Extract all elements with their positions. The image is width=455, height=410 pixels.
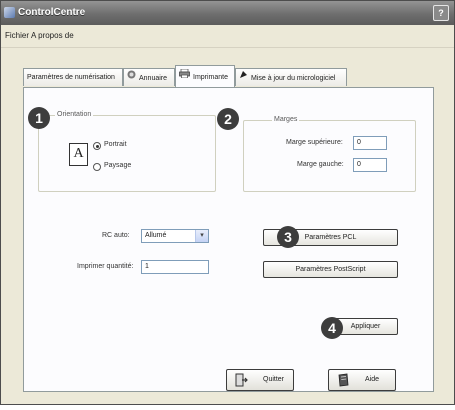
rc-auto-select[interactable]: Allumé ▾ [141,229,209,243]
tab-address-book[interactable]: Annuaire [123,68,175,86]
tab-label: Paramètres de numérisation [27,74,115,81]
orientation-group: Orientation A Portrait Paysage [38,111,216,192]
left-margin-input[interactable]: 0 [353,158,387,172]
printer-icon [179,66,190,88]
top-margin-input[interactable]: 0 [353,136,387,150]
portrait-label: Portrait [104,141,127,148]
tab-scan-settings[interactable]: Paramètres de numérisation [23,68,123,86]
portrait-radio[interactable] [93,142,101,150]
tab-printer[interactable]: Imprimante [175,65,235,87]
address-book-icon [127,69,136,87]
margins-group: Marges Marge supérieure: 0 Marge gauche:… [243,116,416,192]
help-title-button[interactable]: ? [433,5,449,21]
app-icon [4,7,15,18]
margins-group-label: Marges [272,116,300,123]
menu-fichier[interactable]: Fichier [5,31,29,40]
top-margin-label: Marge supérieure: [286,139,343,146]
tab-label: Imprimante [193,73,229,81]
callout-badge-4: 4 [321,317,343,339]
menu-a-propos[interactable]: A propos de [31,31,74,40]
title-bar: ControlCentre ? [1,1,454,25]
orientation-preview-icon: A [69,143,88,166]
callout-badge-3: 3 [277,226,299,248]
rc-auto-label: RC auto: [102,232,130,239]
help-label: Aide [365,376,380,383]
landscape-label: Paysage [104,162,132,169]
rc-auto-value: Allumé [145,232,167,239]
callout-badge-1: 1 [28,107,50,129]
left-margin-label: Marge gauche: [297,161,344,168]
tab-label: Mise à jour du micrologiciel [251,74,336,82]
tab-firmware-update[interactable]: Mise à jour du micrologiciel [235,68,347,86]
window-title: ControlCentre [18,7,86,18]
firmware-icon [239,69,248,87]
quit-icon [235,373,248,396]
orientation-group-label: Orientation [55,111,94,118]
postscript-settings-button[interactable]: Paramètres PostScript [263,261,398,278]
quantity-input[interactable]: 1 [141,260,209,274]
landscape-radio[interactable] [93,163,101,171]
help-button[interactable]: Aide [328,369,396,391]
chevron-down-icon[interactable]: ▾ [195,230,208,242]
printer-settings-panel: Orientation A Portrait Paysage 1 Marges … [23,87,434,392]
help-icon [337,373,350,396]
controlcentre-window: ControlCentre ? Fichier A propos de Para… [0,0,455,405]
quantity-label: Imprimer quantité: [77,263,134,270]
tab-label: Annuaire [139,74,168,82]
menu-bar: Fichier A propos de [1,25,454,48]
quit-button[interactable]: Quitter [226,369,294,391]
callout-badge-2: 2 [217,108,239,130]
quit-label: Quitter [263,376,285,383]
